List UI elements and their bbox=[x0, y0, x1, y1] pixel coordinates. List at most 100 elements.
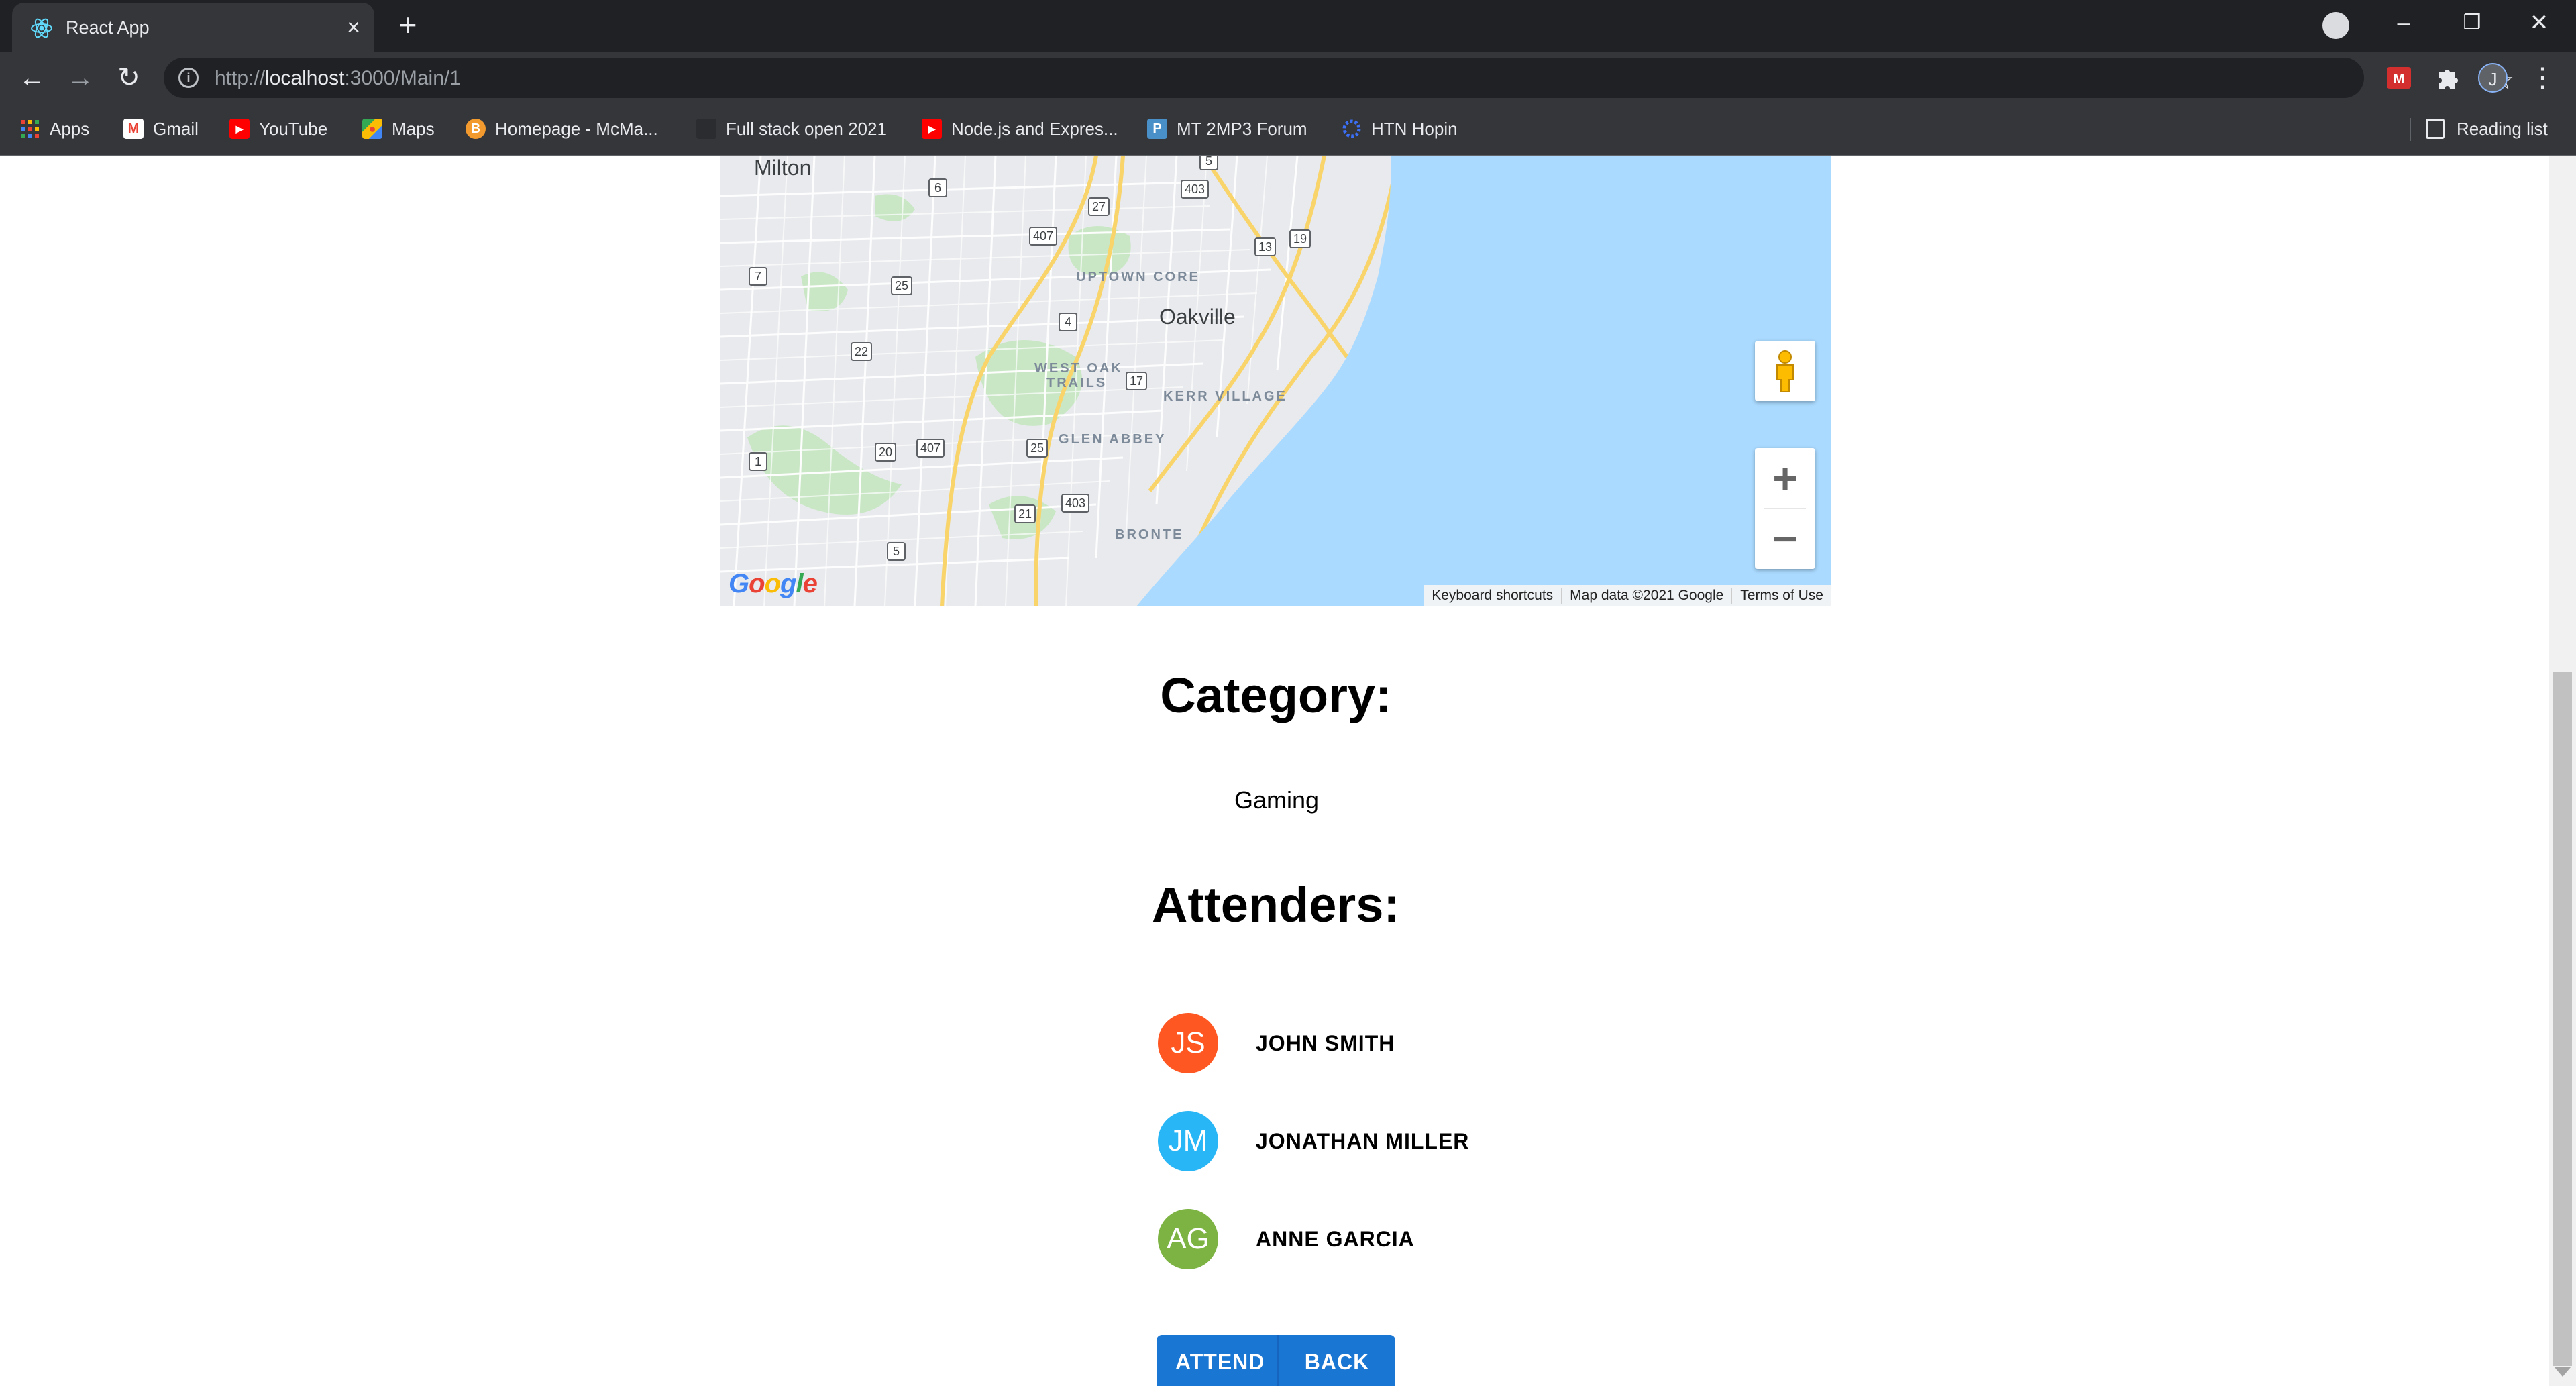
map-label-west-oak: WEST OAK bbox=[1034, 361, 1123, 376]
reading-list-button[interactable]: Reading list bbox=[2426, 115, 2548, 142]
highway-shield: 403 bbox=[1181, 180, 1210, 199]
react-logo-icon bbox=[31, 18, 52, 38]
action-button-group: ATTEND BACK bbox=[1157, 1335, 1395, 1386]
maps-icon: ● bbox=[362, 119, 382, 139]
attend-button[interactable]: ATTEND bbox=[1157, 1335, 1277, 1386]
scroll-down-arrow-icon[interactable] bbox=[2555, 1367, 2571, 1377]
extensions-puzzle-icon[interactable] bbox=[2432, 63, 2462, 93]
close-window-icon[interactable]: ✕ bbox=[2502, 4, 2576, 42]
bookmark-maps[interactable]: ● Maps bbox=[362, 115, 435, 142]
map-label-milton: Milton bbox=[754, 156, 812, 180]
reading-list-icon bbox=[2426, 119, 2445, 139]
attender-name: ANNE GARCIA bbox=[1256, 1226, 1415, 1251]
bookmark-mcmaster[interactable]: B Homepage - McMa... bbox=[466, 115, 658, 142]
highway-shield: 13 bbox=[1254, 237, 1277, 256]
tab-search-icon[interactable] bbox=[2322, 12, 2349, 39]
highway-shield: 403 bbox=[1061, 494, 1090, 513]
highway-shield: 5 bbox=[887, 542, 906, 561]
bookmark-forum[interactable]: P MT 2MP3 Forum bbox=[1147, 115, 1307, 142]
google-map[interactable]: Milton Oakville UPTOWN CORE WEST OAK TRA… bbox=[720, 156, 1831, 606]
zoom-in-button[interactable]: + bbox=[1755, 448, 1815, 509]
avatar: AG bbox=[1158, 1209, 1218, 1269]
browser-toolbar: ← → ↻ i http://localhost:3000/Main/1 ☆ M… bbox=[0, 52, 2576, 103]
browser-tab-react-app[interactable]: React App × bbox=[12, 3, 374, 52]
bookmark-gmail[interactable]: M Gmail bbox=[123, 115, 199, 142]
map-label-uptown-core: UPTOWN CORE bbox=[1076, 270, 1200, 284]
restore-icon[interactable]: ❐ bbox=[2435, 4, 2509, 42]
minimize-icon[interactable]: – bbox=[2367, 4, 2440, 42]
pegman-icon bbox=[1776, 350, 1794, 392]
page-viewport: Milton Oakville UPTOWN CORE WEST OAK TRA… bbox=[0, 156, 2549, 1386]
map-tiles bbox=[720, 156, 1831, 606]
bookmark-htn-hopin[interactable]: HTN Hopin bbox=[1342, 115, 1458, 142]
new-tab-icon[interactable]: + bbox=[392, 9, 424, 42]
highway-shield: 1 bbox=[749, 452, 767, 471]
avatar: JS bbox=[1158, 1013, 1218, 1073]
fullstack-icon bbox=[696, 119, 716, 139]
highway-shield: 17 bbox=[1126, 372, 1148, 390]
piazza-icon: P bbox=[1147, 119, 1167, 139]
highway-shield: 407 bbox=[916, 439, 945, 458]
gmail-icon: M bbox=[123, 119, 144, 139]
bookmarks-separator bbox=[2410, 118, 2411, 141]
highway-shield: 6 bbox=[928, 178, 947, 197]
map-label-oakville: Oakville bbox=[1159, 305, 1236, 329]
zoom-out-button[interactable]: − bbox=[1755, 509, 1815, 569]
category-heading: Category: bbox=[1160, 668, 1392, 723]
apps-grid-icon bbox=[20, 119, 40, 139]
highway-shield: 27 bbox=[1088, 197, 1110, 216]
highway-shield: 25 bbox=[891, 276, 913, 295]
highway-shield: 20 bbox=[875, 443, 897, 462]
bookmark-fullstack[interactable]: Full stack open 2021 bbox=[696, 115, 887, 142]
map-label-trails: TRAILS bbox=[1046, 376, 1108, 390]
avatar: JM bbox=[1158, 1111, 1218, 1171]
highway-shield: 5 bbox=[1199, 156, 1218, 170]
site-info-icon[interactable]: i bbox=[178, 68, 199, 88]
forward-arrow-icon[interactable]: → bbox=[64, 62, 97, 94]
url-text[interactable]: http://localhost:3000/Main/1 bbox=[215, 67, 461, 90]
street-view-pegman-button[interactable] bbox=[1755, 341, 1815, 401]
map-label-glen-abbey: GLEN ABBEY bbox=[1059, 432, 1167, 447]
google-logo[interactable]: Google bbox=[729, 569, 818, 599]
browser-menu-icon[interactable]: ⋮ bbox=[2529, 62, 2556, 94]
page-scrollbar[interactable] bbox=[2549, 156, 2576, 1386]
bookmark-youtube[interactable]: ▶ YouTube bbox=[229, 115, 327, 142]
address-bar[interactable]: i http://localhost:3000/Main/1 ☆ bbox=[164, 58, 2514, 98]
bookmark-nodejs[interactable]: ▶ Node.js and Expres... bbox=[922, 115, 1118, 142]
attenders-heading: Attenders: bbox=[1151, 877, 1401, 932]
keyboard-shortcuts-link[interactable]: Keyboard shortcuts bbox=[1424, 588, 1561, 604]
highway-shield: 21 bbox=[1014, 504, 1036, 523]
bookmarks-bar: Apps M Gmail ▶ YouTube ● Maps B Homepage… bbox=[0, 103, 2576, 156]
profile-avatar[interactable]: J bbox=[2478, 63, 2508, 93]
bookmark-apps[interactable]: Apps bbox=[20, 115, 89, 142]
highway-shield: 25 bbox=[1026, 439, 1049, 458]
attender-name: JONATHAN MILLER bbox=[1256, 1128, 1470, 1153]
map-attribution: Keyboard shortcuts Map data ©2021 Google… bbox=[1424, 585, 1831, 606]
attender-name: JOHN SMITH bbox=[1256, 1030, 1395, 1055]
back-arrow-icon[interactable]: ← bbox=[16, 62, 48, 94]
highway-shield: 19 bbox=[1289, 229, 1311, 248]
close-tab-icon[interactable]: × bbox=[339, 13, 368, 42]
reload-icon[interactable]: ↻ bbox=[113, 62, 145, 94]
map-data-text: Map data ©2021 Google bbox=[1561, 588, 1731, 604]
highway-shield: 22 bbox=[851, 342, 873, 361]
scrollbar-thumb[interactable] bbox=[2553, 672, 2572, 1366]
mcmaster-icon: B bbox=[466, 119, 486, 139]
map-zoom-control: + − bbox=[1755, 448, 1815, 569]
tab-title: React App bbox=[66, 17, 150, 38]
map-label-kerr-village: KERR VILLAGE bbox=[1163, 389, 1287, 404]
category-value: Gaming bbox=[1234, 786, 1320, 814]
svg-text:M: M bbox=[2394, 72, 2405, 87]
back-button[interactable]: BACK bbox=[1277, 1335, 1395, 1386]
terms-of-use-link[interactable]: Terms of Use bbox=[1731, 588, 1831, 604]
map-label-bronte: BRONTE bbox=[1115, 527, 1184, 542]
list-item: JS JOHN SMITH bbox=[1158, 1013, 1395, 1073]
youtube-icon: ▶ bbox=[922, 119, 942, 139]
list-item: AG ANNE GARCIA bbox=[1158, 1209, 1415, 1269]
mendeley-extension-icon[interactable]: M bbox=[2384, 63, 2414, 93]
hopin-icon bbox=[1342, 119, 1362, 139]
browser-tab-strip: React App × + – ❐ ✕ bbox=[0, 0, 2576, 52]
list-item: JM JONATHAN MILLER bbox=[1158, 1111, 1469, 1171]
highway-shield: 4 bbox=[1059, 313, 1077, 331]
highway-shield: 7 bbox=[749, 267, 767, 286]
